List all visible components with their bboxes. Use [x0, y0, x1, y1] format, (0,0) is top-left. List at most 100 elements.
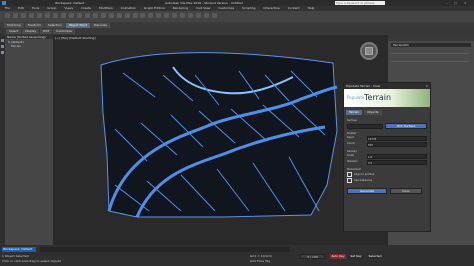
scene-explorer: Name (Sorted Ascending) 0 (default) Terr… — [5, 35, 53, 245]
menu-item-views[interactable]: Views — [64, 6, 73, 10]
menu-item-modifiers[interactable]: Modifiers — [99, 6, 113, 10]
menu-item-content[interactable]: Content — [288, 6, 300, 10]
display-tool-icon[interactable] — [1, 45, 4, 48]
status-message: Click or click-and-drag to select object… — [2, 259, 62, 263]
instances-checkbox[interactable] — [347, 178, 352, 183]
explorer-tabs-row: Select Display Edit Customize — [0, 28, 474, 35]
list-item[interactable]: Terrain — [8, 44, 53, 48]
selected-count: 1 Object Selected — [2, 254, 29, 258]
generate-button[interactable]: Generate — [347, 188, 387, 194]
scale-field[interactable]: 1.0 — [367, 154, 427, 159]
pivot-icon[interactable] — [108, 13, 114, 18]
bind-icon[interactable] — [36, 13, 42, 18]
layer-icon[interactable] — [164, 13, 170, 18]
mirror-icon[interactable] — [148, 13, 154, 18]
place-icon[interactable] — [100, 13, 106, 18]
unlink-icon[interactable] — [28, 13, 34, 18]
snap-icon[interactable] — [116, 13, 122, 18]
add-time-tag-button[interactable]: Add Time Tag — [250, 259, 270, 263]
tab-display[interactable]: Display — [22, 29, 40, 34]
terrain-mesh-svg — [100, 52, 338, 218]
render-frame-icon[interactable] — [204, 13, 210, 18]
timeline-slider[interactable] — [40, 247, 290, 252]
select-by-name-icon[interactable] — [52, 13, 58, 18]
render-setup-icon[interactable] — [196, 13, 202, 18]
menu-item-customize[interactable]: Customize — [218, 6, 234, 10]
density-grid: Scale 1.0 Rotation 0.0 — [347, 154, 427, 165]
viewport[interactable]: [+] [Top] [Default Shading] — [53, 35, 388, 245]
schematic-icon[interactable] — [180, 13, 186, 18]
window-crossing-icon[interactable] — [68, 13, 74, 18]
count-field[interactable]: 500 — [367, 142, 427, 147]
window-tabs: Terrain Objects — [344, 107, 430, 117]
undo-icon[interactable] — [5, 13, 10, 18]
seed-value: 12345 — [368, 138, 377, 141]
menu-item-create[interactable]: Create — [81, 6, 91, 10]
menu-item-rendering[interactable]: Rendering — [173, 6, 188, 10]
placement-options: Align to surface Use Instances — [347, 172, 427, 183]
logo-banner: Populate Terrain — [344, 89, 430, 107]
rect-select-icon[interactable] — [60, 13, 66, 18]
count-label: Count — [347, 142, 355, 145]
workspace-button[interactable]: Workspace: Default — [2, 247, 36, 252]
select-icon[interactable] — [44, 13, 50, 18]
angle-snap-icon[interactable] — [124, 13, 130, 18]
set-key-button[interactable]: Set Key — [348, 254, 364, 259]
clear-button[interactable]: Clear — [390, 188, 422, 194]
align-icon[interactable] — [156, 13, 162, 18]
grid-readout: Grid = 10.0cm — [250, 254, 272, 258]
search-input[interactable]: Type a keyword or phrase — [335, 1, 385, 5]
menu-items: File Edit Tools Group Views Create Modif… — [5, 6, 314, 10]
menu-item-group[interactable]: Group — [47, 6, 56, 10]
scale-label: Scale — [347, 154, 354, 157]
seed-field[interactable]: 12345 — [367, 136, 427, 141]
menu-item-help[interactable]: Help — [308, 6, 315, 10]
tab-customize[interactable]: Customize — [53, 29, 75, 34]
minimize-icon[interactable]: – — [446, 1, 448, 5]
align-checkbox[interactable] — [347, 172, 352, 177]
filter-tool-icon[interactable] — [1, 51, 4, 54]
tab-terrain[interactable]: Terrain — [346, 110, 363, 115]
render-icon[interactable] — [212, 13, 218, 18]
toolbar-buttons — [0, 11, 474, 21]
frame-counter[interactable]: 0 / 100 — [300, 254, 325, 259]
percent-snap-icon[interactable] — [132, 13, 138, 18]
object-name-field[interactable]: Terrain001 — [391, 43, 471, 47]
link-icon[interactable] — [20, 13, 26, 18]
menu-item-graph-editors[interactable]: Graph Editors — [144, 6, 165, 10]
tab-objects[interactable]: Objects — [364, 110, 382, 115]
spinner-snap-icon[interactable] — [140, 13, 146, 18]
scale-icon[interactable] — [92, 13, 98, 18]
scatter-grid: Seed 12345 Count 500 — [347, 136, 427, 147]
menu-item-scripting[interactable]: Scripting — [242, 6, 255, 10]
pick-surface-button[interactable]: Pick Surface — [385, 123, 427, 129]
count-value: 500 — [368, 144, 373, 147]
surface-section-label: Surface — [347, 119, 357, 122]
tab-edit[interactable]: Edit — [40, 29, 53, 34]
terrain-outline — [100, 52, 338, 218]
curve-editor-icon[interactable] — [172, 13, 178, 18]
surface-field[interactable] — [347, 123, 383, 129]
redo-icon[interactable] — [12, 13, 18, 18]
close-icon[interactable]: × — [464, 1, 467, 5]
maximize-icon[interactable]: □ — [454, 1, 457, 5]
menu-item-tools[interactable]: Tools — [32, 6, 39, 10]
auto-key-button[interactable]: Auto Key — [330, 254, 346, 259]
viewcube-center[interactable] — [365, 47, 373, 55]
app-logo-icon — [2, 1, 6, 5]
move-icon[interactable] — [76, 13, 82, 18]
explorer-list: 0 (default) Terrain — [5, 39, 53, 48]
workspace-label[interactable]: Workspace: Default — [55, 1, 84, 5]
menu-item-interactive[interactable]: Interactive — [264, 6, 280, 10]
selected-filter[interactable]: Selected — [366, 254, 384, 259]
menu-item-civil-view[interactable]: Civil View — [196, 6, 210, 10]
menu-item-animation[interactable]: Animation — [121, 6, 136, 10]
rotate-icon[interactable] — [84, 13, 90, 18]
menu-item-file[interactable]: File — [5, 6, 10, 10]
rotation-field[interactable]: 0.0 — [367, 160, 427, 165]
panel-divider — [391, 61, 469, 62]
tab-select[interactable]: Select — [6, 29, 22, 34]
material-editor-icon[interactable] — [188, 13, 194, 18]
select-tool-icon[interactable] — [1, 39, 4, 42]
menu-item-edit[interactable]: Edit — [18, 6, 24, 10]
